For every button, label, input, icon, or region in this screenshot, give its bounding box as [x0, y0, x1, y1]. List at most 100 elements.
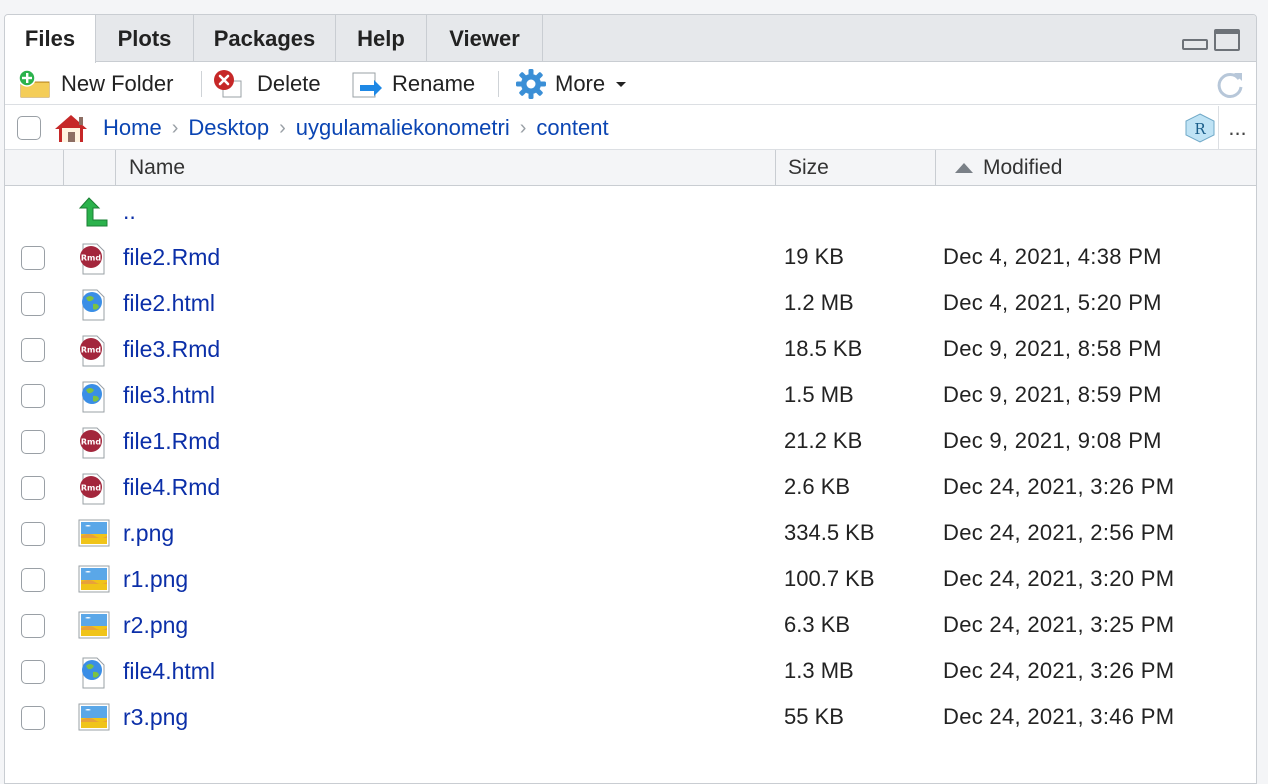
maximize-pane-button[interactable]	[1214, 29, 1240, 51]
file-size: 19 KB	[784, 244, 844, 269]
row-checkbox[interactable]	[21, 246, 45, 270]
file-name-link[interactable]: r3.png	[123, 704, 188, 731]
files-pane: Files Plots Packages Help Viewer New Fol…	[4, 14, 1257, 784]
file-modified: Dec 24, 2021, 3:26 PM	[943, 474, 1175, 499]
checkbox[interactable]	[21, 292, 45, 316]
file-row[interactable]: file2.html 1.2 MB Dec 4, 2021, 5:20 PM	[5, 281, 1256, 327]
row-checkbox[interactable]	[21, 522, 45, 546]
select-all-checkbox[interactable]	[17, 106, 41, 150]
checkbox[interactable]	[21, 338, 45, 362]
checkbox[interactable]	[21, 706, 45, 730]
file-name-link[interactable]: r.png	[123, 520, 174, 547]
chevron-right-icon: ›	[279, 116, 286, 139]
file-name-link[interactable]: file4.Rmd	[123, 474, 220, 501]
file-name-link[interactable]: r1.png	[123, 566, 188, 593]
sort-ascending-icon	[955, 163, 973, 173]
html-file-icon	[77, 288, 109, 327]
refresh-button[interactable]	[1214, 69, 1246, 106]
file-row[interactable]: r3.png 55 KB Dec 24, 2021, 3:46 PM	[5, 695, 1256, 741]
home-button[interactable]: Home › Desktop › uygulamaliekonometri › …	[53, 106, 609, 150]
checkbox[interactable]	[21, 430, 45, 454]
checkbox[interactable]	[21, 246, 45, 270]
file-row[interactable]: Rmd file2.Rmd 19 KB Dec 4, 2021, 4:38 PM	[5, 235, 1256, 281]
row-checkbox[interactable]	[21, 660, 45, 684]
rename-button[interactable]: Rename	[350, 63, 475, 105]
modified-column-header[interactable]: Modified	[953, 150, 1062, 186]
row-checkbox[interactable]	[21, 568, 45, 592]
file-name-link[interactable]: file2.Rmd	[123, 244, 220, 271]
delete-button[interactable]: Delete	[213, 63, 321, 105]
go-to-project-directory-button[interactable]: R	[1184, 113, 1216, 148]
file-row[interactable]: Rmd file4.Rmd 2.6 KB Dec 24, 2021, 3:26 PM	[5, 465, 1256, 511]
tab-help[interactable]: Help	[336, 15, 427, 62]
breadcrumb-home-link[interactable]: Home	[103, 115, 162, 141]
file-row[interactable]: r2.png 6.3 KB Dec 24, 2021, 3:25 PM	[5, 603, 1256, 649]
file-row[interactable]: r.png 334.5 KB Dec 24, 2021, 2:56 PM	[5, 511, 1256, 557]
rmd-file-icon: Rmd	[77, 334, 109, 373]
file-name-link[interactable]: file4.html	[123, 658, 215, 685]
file-name-link[interactable]: file3.Rmd	[123, 336, 220, 363]
file-name-link[interactable]: r2.png	[123, 612, 188, 639]
checkbox[interactable]	[21, 660, 45, 684]
breadcrumb: Home › Desktop › uygulamaliekonometri › …	[5, 106, 1256, 150]
file-name-link[interactable]: file3.html	[123, 382, 215, 409]
row-checkbox[interactable]	[21, 338, 45, 362]
file-modified: Dec 9, 2021, 8:58 PM	[943, 336, 1162, 361]
file-row[interactable]: file4.html 1.3 MB Dec 24, 2021, 3:26 PM	[5, 649, 1256, 695]
tab-label: Viewer	[449, 25, 520, 51]
gear-icon	[516, 69, 546, 99]
new-folder-icon	[18, 69, 50, 98]
file-row[interactable]: file3.html 1.5 MB Dec 9, 2021, 8:59 PM	[5, 373, 1256, 419]
file-name-link[interactable]: file2.html	[123, 290, 215, 317]
row-checkbox[interactable]	[21, 476, 45, 500]
tab-files[interactable]: Files	[5, 15, 96, 63]
checkbox[interactable]	[21, 384, 45, 408]
file-row[interactable]: Rmd file3.Rmd 18.5 KB Dec 9, 2021, 8:58 PM	[5, 327, 1256, 373]
checkbox[interactable]	[21, 614, 45, 638]
checkbox[interactable]	[21, 522, 45, 546]
file-row[interactable]: Rmd file1.Rmd 21.2 KB Dec 9, 2021, 9:08 PM	[5, 419, 1256, 465]
file-size: 6.3 KB	[784, 612, 851, 637]
html-file-icon	[77, 656, 109, 695]
tab-plots[interactable]: Plots	[96, 15, 194, 62]
more-menu-button[interactable]: More	[515, 63, 631, 105]
rmd-file-icon: Rmd	[77, 426, 109, 465]
name-column-header[interactable]: Name	[129, 150, 185, 186]
more-options-button[interactable]: ...	[1218, 106, 1256, 150]
tab-label: Plots	[117, 25, 172, 51]
file-size: 1.3 MB	[784, 658, 854, 683]
file-modified: Dec 24, 2021, 3:25 PM	[943, 612, 1175, 637]
row-checkbox[interactable]	[21, 292, 45, 316]
file-name-link[interactable]: file1.Rmd	[123, 428, 220, 455]
column-divider	[63, 150, 64, 186]
checkbox[interactable]	[21, 568, 45, 592]
rmd-file-icon: Rmd	[77, 242, 109, 281]
row-checkbox[interactable]	[21, 384, 45, 408]
svg-text:Rmd: Rmd	[81, 254, 101, 263]
parent-directory-link[interactable]: ..	[123, 198, 136, 225]
file-size: 2.6 KB	[784, 474, 851, 499]
column-divider	[115, 150, 116, 186]
r-project-icon: R	[1185, 113, 1215, 143]
breadcrumb-content-link[interactable]: content	[536, 115, 608, 141]
new-folder-button[interactable]: New Folder	[17, 63, 173, 105]
image-file-icon	[77, 702, 111, 737]
size-column-header[interactable]: Size	[788, 150, 829, 186]
parent-directory-row[interactable]: ..	[5, 189, 1256, 235]
tab-viewer[interactable]: Viewer	[427, 15, 543, 62]
breadcrumb-desktop-link[interactable]: Desktop	[188, 115, 269, 141]
tab-packages[interactable]: Packages	[194, 15, 336, 62]
chevron-right-icon: ›	[519, 116, 527, 139]
rename-label: Rename	[392, 71, 476, 96]
row-checkbox[interactable]	[21, 706, 45, 730]
checkbox[interactable]	[21, 476, 45, 500]
minimize-pane-button[interactable]	[1182, 39, 1208, 50]
file-row[interactable]: r1.png 100.7 KB Dec 24, 2021, 3:20 PM	[5, 557, 1256, 603]
row-checkbox[interactable]	[21, 614, 45, 638]
breadcrumb-project-link[interactable]: uygulamaliekonometri	[296, 115, 510, 141]
file-modified: Dec 24, 2021, 3:46 PM	[943, 704, 1175, 729]
checkbox[interactable]	[17, 116, 41, 140]
column-divider	[935, 150, 936, 186]
file-size: 1.2 MB	[784, 290, 854, 315]
row-checkbox[interactable]	[21, 430, 45, 454]
